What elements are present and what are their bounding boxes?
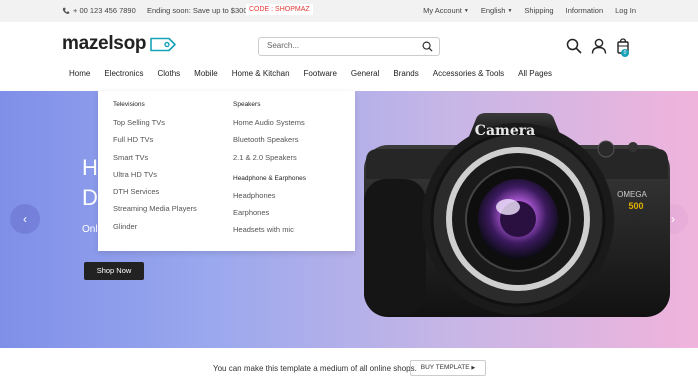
promo-text: Ending soon: Save up to $300! (147, 6, 250, 15)
menu-item[interactable]: Home Audio Systems (233, 118, 306, 135)
camera-brand: OMEGA (617, 190, 647, 199)
site-logo[interactable]: mazelsop (62, 33, 177, 55)
language-menu[interactable]: English ▼ (481, 6, 513, 15)
menu-heading: Speakers (233, 101, 261, 108)
menu-item[interactable]: Earphones (233, 208, 306, 225)
menu-item[interactable]: DTH Services (113, 187, 197, 204)
slider-prev-button[interactable]: ‹ (10, 204, 40, 234)
promo-code: CODE : SHOPMAZ (246, 4, 313, 15)
template-promo-strip: You can make this template a medium of a… (0, 348, 698, 392)
phone-info: + 00 123 456 7890 (62, 6, 136, 15)
main-nav: Home Electronics Cloths Mobile Home & Ki… (69, 69, 566, 78)
nav-item-accessories-tools[interactable]: Accessories & Tools (433, 69, 504, 78)
buy-template-label: BUY TEMPLATE (420, 364, 470, 371)
hero-subtext: Onl (82, 224, 98, 235)
menu-item[interactable]: Glinder (113, 222, 197, 239)
cart-count-badge: 0 (621, 49, 629, 57)
shipping-link[interactable]: Shipping (524, 6, 553, 15)
promo-message: You can make this template a medium of a… (213, 364, 417, 373)
hero-heading-line1: H (82, 155, 98, 180)
menu-item[interactable]: Headphones (233, 191, 306, 208)
my-account-label: My Account (423, 6, 462, 15)
menu-heading: Televisions (113, 101, 145, 108)
menu-heading: Headphone & Earphones (233, 174, 307, 182)
logo-text: mazelsop (62, 33, 147, 54)
search-icon[interactable] (566, 38, 582, 54)
language-label: English (480, 6, 506, 15)
buy-template-button[interactable]: BUY TEMPLATE ▶ (410, 360, 486, 376)
chevron-left-icon: ‹ (23, 212, 27, 226)
search-box (258, 37, 440, 56)
caret-down-icon: ▼ (507, 8, 513, 14)
camera-label: Camera (475, 123, 535, 139)
tag-icon (150, 37, 176, 51)
nav-item-electronics[interactable]: Electronics (104, 69, 143, 78)
menu-item[interactable]: Headsets with mic (233, 225, 306, 242)
nav-item-footware[interactable]: Footware (304, 69, 337, 78)
nav-item-general[interactable]: General (351, 69, 379, 78)
search-input[interactable] (267, 41, 417, 50)
login-link[interactable]: Log In (615, 6, 636, 15)
camera-image: Camera OMEGA 500 (364, 113, 670, 317)
nav-item-home[interactable]: Home (69, 69, 90, 78)
menu-item[interactable]: Full HD TVs (113, 135, 197, 152)
hero-heading: H D (82, 153, 98, 213)
nav-item-cloths[interactable]: Cloths (157, 69, 180, 78)
nav-item-mobile[interactable]: Mobile (194, 69, 218, 78)
phone-number: + 00 123 456 7890 (73, 6, 136, 15)
phone-icon (62, 7, 70, 14)
nav-item-all-pages[interactable]: All Pages (518, 69, 552, 78)
menu-item[interactable]: Top Selling TVs (113, 118, 197, 135)
user-icon[interactable] (591, 38, 607, 54)
menu-column-speakers: Speakers Home Audio Systems Bluetooth Sp… (233, 101, 306, 243)
hero-heading-line2: D (82, 185, 98, 210)
menu-item[interactable]: Smart TVs (113, 153, 197, 170)
menu-column-televisions: Televisions Top Selling TVs Full HD TVs … (113, 101, 197, 239)
menu-item[interactable]: 2.1 & 2.0 Speakers (233, 153, 306, 170)
search-icon[interactable] (422, 41, 433, 52)
nav-item-brands[interactable]: Brands (393, 69, 418, 78)
caret-down-icon: ▼ (463, 8, 469, 14)
electronics-mega-menu: Televisions Top Selling TVs Full HD TVs … (98, 91, 355, 251)
menu-item[interactable]: Ultra HD TVs (113, 170, 197, 187)
my-account-menu[interactable]: My Account ▼ (423, 6, 469, 15)
menu-item[interactable]: Bluetooth Speakers (233, 135, 306, 152)
shop-now-button[interactable]: Shop Now (84, 262, 144, 280)
nav-item-home-kitchan[interactable]: Home & Kitchan (232, 69, 290, 78)
information-link[interactable]: Information (566, 6, 604, 15)
caret-right-icon: ▶ (471, 365, 476, 371)
camera-model: 500 (628, 201, 643, 211)
top-bar: + 00 123 456 7890 Ending soon: Save up t… (0, 0, 698, 22)
menu-item[interactable]: Streaming Media Players (113, 204, 197, 221)
